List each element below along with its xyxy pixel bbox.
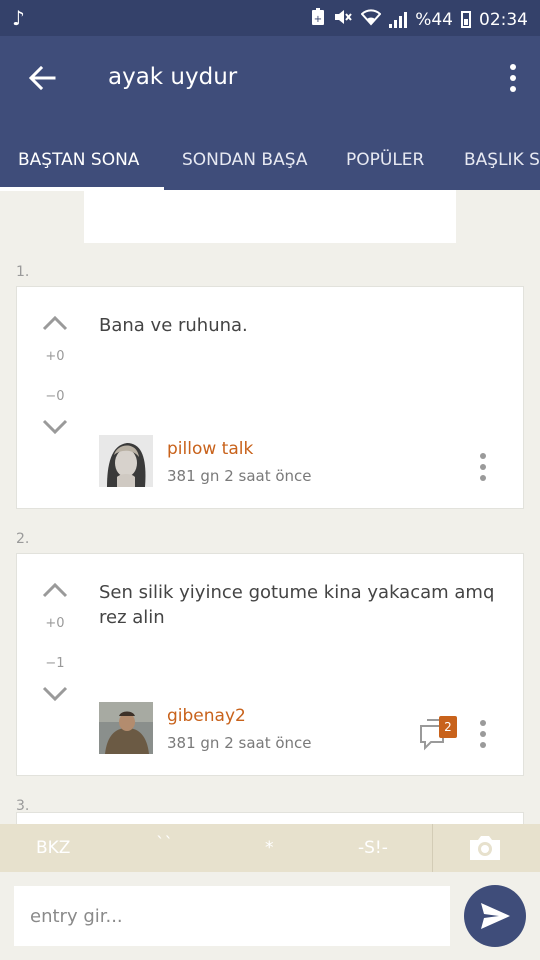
upvote-count: +0 bbox=[45, 616, 65, 631]
app-bar: ayak uydur BAŞTAN SONA SONDAN BAŞA POPÜL… bbox=[0, 36, 540, 191]
bkz-button[interactable]: BKZ bbox=[36, 838, 70, 858]
wifi-icon bbox=[360, 8, 382, 31]
downvote-chevron-icon[interactable] bbox=[39, 417, 71, 437]
battery-saver-icon: + bbox=[311, 8, 325, 31]
signal-icon bbox=[389, 11, 408, 28]
upvote-chevron-icon[interactable] bbox=[39, 580, 71, 600]
vote-column: +0 −1 bbox=[39, 580, 71, 710]
downvote-chevron-icon[interactable] bbox=[39, 684, 71, 704]
mute-icon bbox=[333, 8, 353, 31]
backtick-button[interactable]: `` bbox=[156, 834, 173, 854]
entry-timestamp: 381 gn 2 saat önce bbox=[167, 734, 312, 752]
comment-count-badge[interactable]: 2 bbox=[439, 716, 457, 738]
send-button[interactable] bbox=[464, 885, 526, 947]
tab-bar: BAŞTAN SONA SONDAN BAŞA POPÜLER BAŞLIK S bbox=[0, 142, 540, 190]
entry-timestamp: 381 gn 2 saat önce bbox=[167, 467, 312, 485]
camera-icon[interactable] bbox=[468, 834, 502, 862]
entry-number: 1. bbox=[16, 264, 30, 280]
toolbar-divider bbox=[432, 824, 433, 872]
tab-sondan-basa[interactable]: SONDAN BAŞA bbox=[182, 146, 307, 170]
entry-overflow-menu-icon[interactable] bbox=[479, 453, 487, 481]
spoiler-button[interactable]: -S!- bbox=[358, 838, 388, 858]
entry-number: 2. bbox=[16, 531, 30, 547]
downvote-count: −0 bbox=[45, 389, 65, 404]
battery-icon bbox=[461, 11, 471, 28]
tab-bastan-sona[interactable]: BAŞTAN SONA bbox=[18, 146, 139, 170]
asterisk-button[interactable]: * bbox=[265, 838, 274, 858]
svg-text:+: + bbox=[314, 14, 322, 25]
author-name[interactable]: pillow talk bbox=[167, 439, 253, 459]
vote-column: +0 −0 bbox=[39, 313, 71, 443]
send-icon bbox=[481, 903, 510, 929]
avatar[interactable] bbox=[99, 702, 153, 754]
entry-input[interactable] bbox=[14, 886, 450, 946]
header-card bbox=[84, 190, 456, 243]
status-bar: ♪ + %44 02:34 bbox=[0, 0, 540, 36]
music-note-icon: ♪ bbox=[12, 6, 25, 30]
entry-text: Sen silik yiyince gotume kina yakacam am… bbox=[99, 582, 495, 628]
entry-overflow-menu-icon[interactable] bbox=[479, 720, 487, 748]
entry-card: +0 −1 Sen silik yiyince gotume kina yaka… bbox=[16, 553, 524, 776]
status-icons: + %44 02:34 bbox=[311, 8, 528, 31]
battery-percent: %44 bbox=[415, 9, 453, 30]
avatar[interactable] bbox=[99, 435, 153, 487]
tab-populer[interactable]: POPÜLER bbox=[346, 146, 424, 170]
overflow-menu-icon[interactable] bbox=[508, 64, 518, 92]
entry-compose-bar bbox=[0, 872, 540, 960]
upvote-chevron-icon[interactable] bbox=[39, 313, 71, 333]
format-toolbar: BKZ `` * -S!- bbox=[0, 824, 540, 872]
upvote-count: +0 bbox=[45, 349, 65, 364]
tab-baslik[interactable]: BAŞLIK S bbox=[464, 146, 540, 170]
author-name[interactable]: gibenay2 bbox=[167, 706, 246, 726]
downvote-count: −1 bbox=[45, 656, 65, 671]
entry-text: Bana ve ruhuna. bbox=[99, 315, 248, 336]
entry-card bbox=[16, 812, 524, 824]
clock: 02:34 bbox=[479, 9, 528, 30]
back-arrow-icon[interactable] bbox=[24, 60, 60, 96]
entry-list[interactable]: 1. +0 −0 Bana ve ruhuna. pillow talk 381… bbox=[0, 190, 540, 824]
page-title: ayak uydur bbox=[108, 64, 238, 90]
entry-card: +0 −0 Bana ve ruhuna. pillow talk 381 gn… bbox=[16, 286, 524, 509]
